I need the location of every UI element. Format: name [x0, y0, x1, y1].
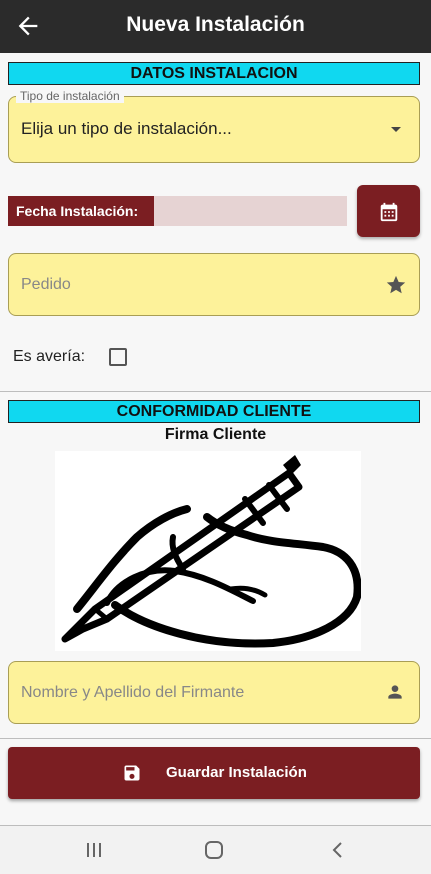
- divider: [0, 391, 431, 392]
- floppy-disk-icon: [124, 765, 140, 781]
- section-header-conformidad: CONFORMIDAD CLIENTE: [8, 400, 420, 423]
- home-icon[interactable]: [204, 840, 224, 865]
- tipo-instalacion-label: Tipo de instalación: [16, 89, 124, 103]
- save-button-label: Guardar Instalación: [166, 764, 307, 781]
- firmante-name-field[interactable]: Nombre y Apellido del Firmante: [8, 661, 420, 724]
- calendar-icon: [380, 202, 398, 222]
- firmante-placeholder: Nombre y Apellido del Firmante: [21, 684, 245, 701]
- app-bar: Nueva Instalación: [0, 0, 431, 53]
- divider: [0, 738, 431, 739]
- page-title: Nueva Instalación: [126, 13, 305, 36]
- pedido-placeholder: Pedido: [21, 276, 71, 293]
- fecha-instalacion-label: Fecha Instalación:: [8, 196, 154, 226]
- tipo-instalacion-dropdown[interactable]: Elija un tipo de instalación...: [8, 96, 420, 163]
- chevron-left-icon[interactable]: [328, 840, 348, 865]
- averia-checkbox[interactable]: [109, 348, 127, 366]
- save-installation-button[interactable]: Guardar Instalación: [8, 747, 420, 799]
- signature-pad[interactable]: [55, 451, 362, 651]
- pedido-field[interactable]: Pedido: [8, 253, 420, 316]
- hand-writing-signature-icon: [61, 455, 362, 648]
- person-icon: [385, 682, 405, 707]
- tipo-instalacion-value: Elija un tipo de instalación...: [21, 119, 232, 138]
- averia-label: Es avería:: [13, 348, 86, 365]
- fecha-instalacion-value: [154, 196, 347, 226]
- star-icon: [385, 274, 407, 301]
- chevron-down-icon: [391, 127, 401, 132]
- firma-cliente-title: Firma Cliente: [164, 426, 267, 443]
- system-nav-bar: [0, 826, 431, 874]
- calendar-button[interactable]: [357, 185, 420, 237]
- section-header-datos: DATOS INSTALACION: [8, 62, 420, 85]
- recents-icon[interactable]: [84, 840, 104, 865]
